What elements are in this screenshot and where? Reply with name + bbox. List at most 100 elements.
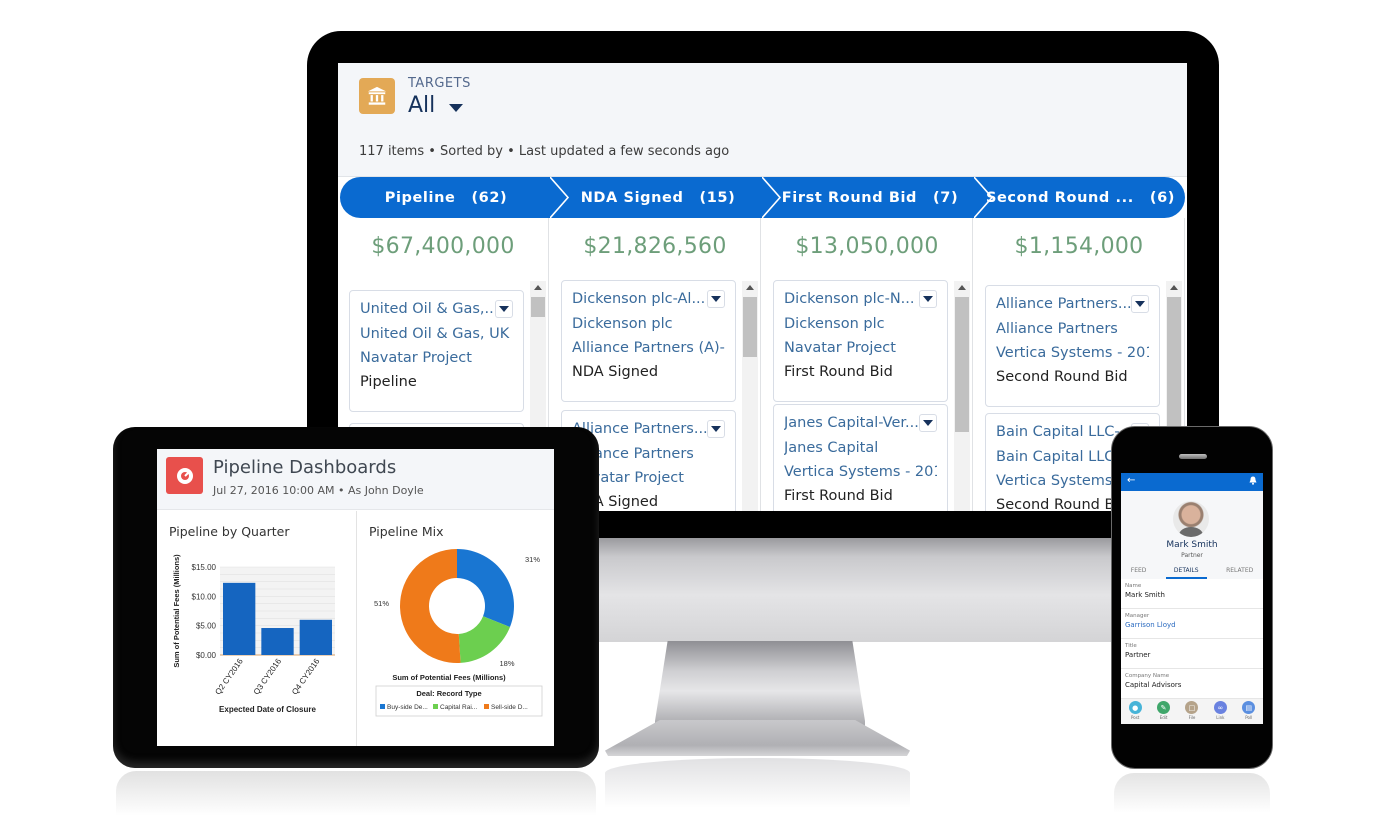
bank-icon (359, 78, 395, 114)
field-label: Name (1125, 583, 1142, 589)
tab-feed[interactable]: FEED (1131, 563, 1147, 579)
scroll-up-icon[interactable] (534, 285, 542, 290)
profile-role: Partner (1181, 552, 1203, 559)
legend-swatch-1 (433, 704, 438, 709)
legend-label: Sell-side D... (491, 704, 528, 711)
scrollbar-thumb[interactable] (955, 297, 969, 432)
card-title-link[interactable]: Alliance Partners... (996, 296, 1131, 312)
action-post[interactable]: ● Post (1128, 701, 1142, 724)
stage-column: $13,050,000 Dickenson plc-N... Dickenson p… (762, 218, 973, 511)
card-project-link[interactable]: Navatar Project (784, 340, 937, 356)
stage-amount: $1,154,000 (1014, 234, 1144, 259)
path-stage-name: First Round Bid (781, 189, 918, 206)
detail-field: Title Partner (1121, 639, 1263, 669)
profile-header: Mark Smith Partner FEED DETAILS RELATED (1121, 491, 1263, 579)
card-stage: First Round Bid (784, 488, 893, 504)
card-account-link[interactable]: Alliance Partners (996, 321, 1149, 337)
path-stage-name: Pipeline (384, 189, 456, 206)
x-axis-title: Expected Date of Closure (219, 705, 316, 714)
field-value: Partner (1125, 651, 1151, 659)
scroll-up-icon[interactable] (1170, 285, 1178, 290)
card-project-link[interactable]: Vertica Systems - 2017 (784, 464, 937, 480)
action-link[interactable]: ∞ Link (1213, 701, 1227, 724)
detail-field: Name Mark Smith (1121, 579, 1263, 609)
slice-percent-label: 51% (374, 599, 389, 608)
card-menu-button[interactable] (495, 300, 513, 318)
opportunity-card[interactable]: Janes Capital-Ver... Janes Capital Vertica… (773, 404, 948, 511)
card-menu-button[interactable] (919, 414, 937, 432)
avatar (1173, 501, 1209, 537)
scrollbar-thumb[interactable] (1167, 297, 1181, 427)
stage-amount: $67,400,000 (371, 234, 515, 259)
slice-percent-label: 18% (499, 659, 514, 668)
post-icon: ● (1128, 701, 1142, 714)
back-arrow-icon[interactable]: ← (1127, 475, 1135, 486)
tab-related[interactable]: RELATED (1226, 563, 1253, 579)
scroll-up-icon[interactable] (958, 285, 966, 290)
donut-subtitle: Sum of Potential Fees (Millions) (392, 673, 506, 682)
card-stage: NDA Signed (572, 364, 659, 380)
dashboard-title: Pipeline Dashboards (213, 457, 397, 478)
stage-amount: $13,050,000 (795, 234, 939, 259)
path-stage-1[interactable]: NDA Signed (15) (552, 177, 764, 218)
column-scrollbar[interactable] (954, 281, 970, 511)
field-value[interactable]: Garrison Lloyd (1125, 621, 1263, 629)
column-scrollbar[interactable] (742, 281, 758, 511)
donut-slice-0 (457, 549, 514, 627)
action-label: File (1188, 715, 1196, 720)
chevron-down-icon (923, 296, 933, 302)
card-title-row: Dickenson plc-Al... (572, 290, 725, 308)
scrollbar-thumb[interactable] (531, 297, 545, 317)
card-account-link[interactable]: United Oil & Gas, UK (360, 326, 513, 342)
object-label: TARGETS (408, 76, 471, 91)
card-project-link[interactable]: Navatar Project (360, 350, 513, 366)
legend-swatch-2 (484, 704, 489, 709)
list-view-name: All (408, 93, 436, 118)
card-title-link[interactable]: Dickenson plc-N... (784, 291, 915, 307)
action-edit[interactable]: ✎ Edit (1157, 701, 1171, 724)
card-title-link[interactable]: Janes Capital-Ver... (784, 415, 919, 431)
opportunity-card[interactable]: Alliance Partners... Alliance Partners Ver… (985, 285, 1160, 407)
card-account-link[interactable]: Janes Capital (784, 440, 937, 456)
path-stage-3[interactable]: Second Round ... (6) (976, 177, 1185, 218)
scrollbar-thumb[interactable] (743, 297, 757, 357)
card-project-link[interactable]: Vertica Systems - 2017 (996, 345, 1149, 361)
link-icon: ∞ (1213, 701, 1227, 714)
card-account-link[interactable]: Dickenson plc (784, 316, 937, 332)
scroll-up-icon[interactable] (746, 285, 754, 290)
x-tick-label: Q2 CY2016 (213, 657, 245, 697)
bell-icon[interactable] (1249, 476, 1257, 488)
chevron-down-icon (923, 420, 933, 426)
card-menu-button[interactable] (707, 420, 725, 438)
action-file[interactable]: □ File (1185, 701, 1199, 724)
edit-icon: ✎ (1157, 701, 1171, 714)
card-account-link[interactable]: Dickenson plc (572, 316, 725, 332)
profile-name: Mark Smith (1166, 540, 1218, 550)
card-title-row: Janes Capital-Ver... (784, 414, 937, 432)
card-menu-button[interactable] (707, 290, 725, 308)
card-title-link[interactable]: Dickenson plc-Al... (572, 291, 705, 307)
card-title-link[interactable]: Bain Capital LLC-... (996, 424, 1131, 440)
field-label: Title (1125, 643, 1137, 649)
action-poll[interactable]: ▤ Poll (1242, 701, 1256, 724)
card-project-link[interactable]: Alliance Partners (A)-... (572, 340, 725, 356)
path-stage-2[interactable]: First Round Bid (7) (764, 177, 976, 218)
bar-chart: $0.00 $5.00 $10.00 $15.00 Q2 CY2016 Q3 CY2016… (172, 554, 335, 714)
path-stage-0[interactable]: Pipeline (62) (340, 177, 552, 218)
bar-0 (223, 582, 256, 655)
card-stage: First Round Bid (784, 364, 893, 380)
path-stage-count: (15) (699, 189, 736, 206)
opportunity-card[interactable]: United Oil & Gas,... United Oil & Gas, UK… (349, 290, 524, 412)
tab-details[interactable]: DETAILS (1165, 563, 1207, 579)
card-menu-button[interactable] (1131, 295, 1149, 313)
opportunity-card[interactable]: Dickenson plc-N... Dickenson plc Navatar P… (773, 280, 948, 402)
opportunity-card[interactable]: Dickenson plc-Al... Dickenson plc Alliance… (561, 280, 736, 402)
chevron-right-icon (974, 177, 994, 218)
action-bar: ● Post ✎ Edit □ File ∞ Link ▤ Poll (1121, 699, 1263, 724)
legend-label: Capital Rai... (440, 704, 477, 711)
list-view-switcher[interactable]: All (408, 93, 464, 118)
bar-chart-title: Pipeline by Quarter (169, 524, 290, 539)
bar-1 (261, 628, 294, 655)
card-menu-button[interactable] (919, 290, 937, 308)
card-title-link[interactable]: United Oil & Gas,... (360, 301, 495, 317)
